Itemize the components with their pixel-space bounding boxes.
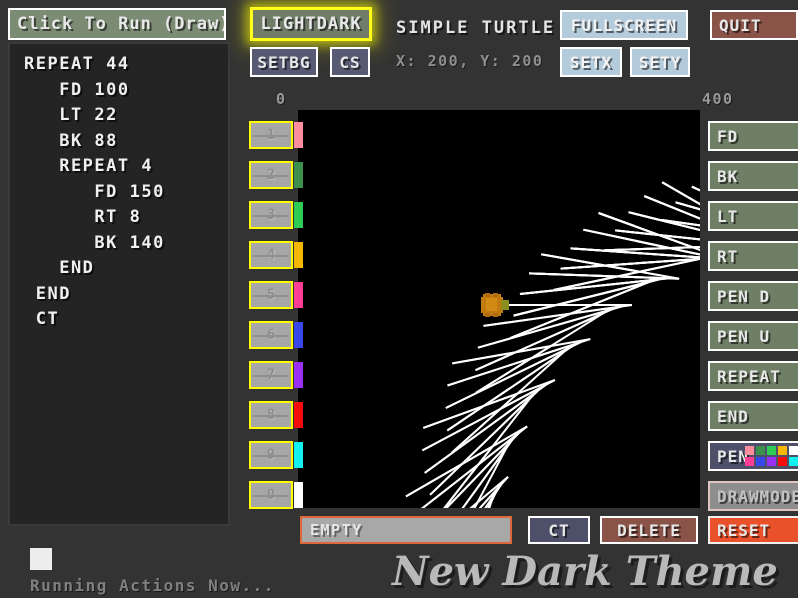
- color-swatch-label: 5: [266, 287, 276, 303]
- pen-color-button[interactable]: PEN: [708, 441, 798, 471]
- pen-grid-cell-2[interactable]: [767, 446, 776, 455]
- pen-grid-cell-6[interactable]: [756, 457, 765, 466]
- turtle-coordinates: X: 200, Y: 200: [396, 52, 544, 70]
- color-swatch-0[interactable]: 0: [249, 481, 293, 509]
- color-swatch-label: 7: [266, 367, 276, 383]
- command-button-repeat[interactable]: REPEAT: [708, 361, 798, 391]
- setbg-button[interactable]: SETBG: [250, 47, 318, 77]
- axis-label-left: 0: [276, 90, 287, 108]
- color-swatch-2[interactable]: 2: [249, 161, 293, 189]
- pen-grid-cell-4[interactable]: [789, 446, 798, 455]
- pen-color-grid[interactable]: [745, 446, 798, 466]
- pen-grid-cell-0[interactable]: [745, 446, 754, 455]
- color-swatch-8[interactable]: 8: [249, 401, 293, 429]
- run-draw-label: Click To Run (Draw): [17, 14, 226, 34]
- command-button-pen-d[interactable]: PEN D: [708, 281, 798, 311]
- command-button-end[interactable]: END: [708, 401, 798, 431]
- setx-label: SETX: [569, 52, 613, 72]
- turtle-sprite: [481, 293, 509, 317]
- cs-button[interactable]: CS: [330, 47, 370, 77]
- command-button-lt[interactable]: LT: [708, 201, 798, 231]
- color-swatch-6[interactable]: 6: [249, 321, 293, 349]
- pen-label: PEN: [717, 446, 749, 466]
- quit-button[interactable]: QUIT: [710, 10, 798, 40]
- pen-grid-cell-8[interactable]: [778, 457, 787, 466]
- axis-label-right: 400: [702, 90, 734, 108]
- color-swatch-bar-4[interactable]: [294, 242, 303, 268]
- color-swatch-bar-1[interactable]: [294, 122, 303, 148]
- color-swatch-bar-9[interactable]: [294, 442, 303, 468]
- color-swatch-bar-3[interactable]: [294, 202, 303, 228]
- reset-label: RESET: [717, 520, 771, 540]
- delete-button[interactable]: DELETE: [600, 516, 698, 544]
- quit-label: QUIT: [719, 15, 762, 35]
- sety-label: SETY: [638, 52, 682, 72]
- pen-grid-cell-3[interactable]: [778, 446, 787, 455]
- ct-button[interactable]: CT: [528, 516, 590, 544]
- code-editor-panel[interactable]: REPEAT 44 FD 100 LT 22 BK 88 REPEAT 4 FD…: [8, 42, 230, 526]
- command-button-fd[interactable]: FD: [708, 121, 798, 151]
- color-swatch-bar-5[interactable]: [294, 282, 303, 308]
- color-swatch-bar-0[interactable]: [294, 482, 303, 508]
- canvas-drawing: [405, 181, 700, 508]
- color-swatch-bar-6[interactable]: [294, 322, 303, 348]
- color-swatch-label: 6: [266, 327, 276, 343]
- command-button-label: LT: [717, 206, 739, 226]
- turtle-canvas[interactable]: [298, 110, 700, 508]
- setbg-label: SETBG: [257, 52, 311, 72]
- drawmode-button[interactable]: DRAWMODE: [708, 481, 798, 511]
- lightdark-label: LIGHTDARK: [260, 14, 362, 34]
- code-text: REPEAT 44 FD 100 LT 22 BK 88 REPEAT 4 FD…: [24, 54, 165, 329]
- color-swatch-bar-2[interactable]: [294, 162, 303, 188]
- color-swatch-1[interactable]: 1: [249, 121, 293, 149]
- color-swatch-5[interactable]: 5: [249, 281, 293, 309]
- pen-grid-cell-7[interactable]: [767, 457, 776, 466]
- pen-grid-cell-1[interactable]: [756, 446, 765, 455]
- cs-label: CS: [339, 52, 361, 72]
- color-swatch-bar-8[interactable]: [294, 402, 303, 428]
- ct-label: CT: [548, 520, 570, 540]
- pen-grid-cell-5[interactable]: [745, 457, 754, 466]
- status-message: Running Actions Now...: [30, 576, 275, 595]
- color-swatch-label: 1: [266, 127, 276, 143]
- reset-button[interactable]: RESET: [708, 516, 798, 544]
- color-swatch-label: 8: [266, 407, 276, 423]
- command-button-label: END: [717, 406, 749, 426]
- run-draw-button[interactable]: Click To Run (Draw): [8, 8, 226, 40]
- command-input-value: EMPTY: [310, 521, 363, 539]
- color-swatch-label: 3: [266, 207, 276, 223]
- lightdark-button[interactable]: LIGHTDARK: [250, 7, 372, 41]
- command-input[interactable]: EMPTY: [300, 516, 512, 544]
- fullscreen-button[interactable]: FULLSCREEN: [560, 10, 688, 40]
- command-button-label: REPEAT: [717, 366, 781, 386]
- color-swatch-bar-7[interactable]: [294, 362, 303, 388]
- command-button-label: FD: [717, 126, 739, 146]
- theme-name-label: New Dark Theme: [392, 548, 778, 595]
- command-button-rt[interactable]: RT: [708, 241, 798, 271]
- fullscreen-label: FULLSCREEN: [570, 15, 678, 35]
- status-indicator: [30, 548, 52, 570]
- color-swatch-4[interactable]: 4: [249, 241, 293, 269]
- command-button-pen-u[interactable]: PEN U: [708, 321, 798, 351]
- command-button-label: RT: [717, 246, 739, 266]
- color-swatch-3[interactable]: 3: [249, 201, 293, 229]
- command-button-label: BK: [717, 166, 739, 186]
- color-swatch-label: 4: [266, 247, 276, 263]
- drawmode-label: DRAWMODE: [717, 486, 798, 506]
- command-button-label: PEN U: [717, 326, 771, 346]
- delete-label: DELETE: [617, 520, 681, 540]
- sety-button[interactable]: SETY: [630, 47, 690, 77]
- command-button-bk[interactable]: BK: [708, 161, 798, 191]
- command-button-label: PEN D: [717, 286, 771, 306]
- color-swatch-label: 9: [266, 447, 276, 463]
- color-swatch-label: 0: [266, 487, 276, 503]
- setx-button[interactable]: SETX: [560, 47, 622, 77]
- pen-grid-cell-9[interactable]: [789, 457, 798, 466]
- color-swatch-7[interactable]: 7: [249, 361, 293, 389]
- color-swatch-label: 2: [266, 167, 276, 183]
- color-swatch-9[interactable]: 9: [249, 441, 293, 469]
- app-title: SIMPLE TURTLE: [396, 18, 556, 38]
